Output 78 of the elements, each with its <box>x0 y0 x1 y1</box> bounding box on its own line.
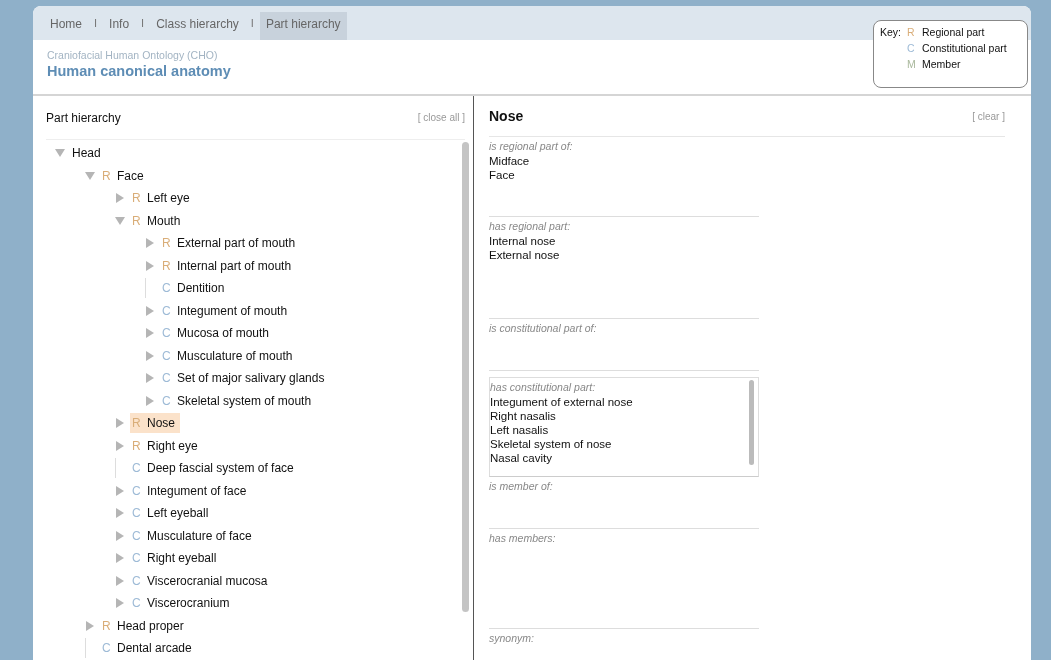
tree-item[interactable]: R Mouth <box>130 210 186 231</box>
tree-item[interactable]: C Dentition <box>160 278 230 299</box>
relation-value[interactable]: Face <box>489 168 759 182</box>
tree-item[interactable]: C Set of major salivary glands <box>160 368 330 389</box>
relation-label: has regional part: <box>489 220 572 232</box>
collapsed-triangle-icon[interactable] <box>115 193 125 204</box>
collapsed-triangle-icon[interactable] <box>145 305 155 316</box>
tree-item[interactable]: C Integument of face <box>130 480 252 501</box>
legend-title: Key: <box>880 26 901 40</box>
relation-value[interactable]: Nasal cavity <box>490 451 758 465</box>
tree-item[interactable]: R Left eye <box>130 188 195 209</box>
collapsed-triangle-icon[interactable] <box>115 530 125 541</box>
tree-item[interactable]: C Viscerocranial mucosa <box>130 570 273 591</box>
tab-separator: I <box>140 16 146 31</box>
nav-tab[interactable]: Part hierarchy <box>259 12 347 40</box>
collapsed-triangle-icon[interactable] <box>115 485 125 496</box>
tree-item[interactable]: C Viscerocranium <box>130 593 235 614</box>
collapsed-triangle-icon[interactable] <box>115 440 125 451</box>
legend-letter: C <box>907 42 915 54</box>
expanded-triangle-icon[interactable] <box>55 148 65 159</box>
nav-tab[interactable]: Home <box>44 12 88 40</box>
relation-value[interactable]: External nose <box>489 248 759 262</box>
collapsed-triangle-icon[interactable] <box>145 260 155 271</box>
nav-tab[interactable]: Info <box>103 12 136 40</box>
tree-item[interactable]: C Dental arcade <box>100 638 197 659</box>
legend-letter: R <box>907 26 915 38</box>
expanded-triangle-icon[interactable] <box>115 215 125 226</box>
collapsed-triangle-icon[interactable] <box>115 575 125 586</box>
relation-label: is constitutional part of: <box>489 322 598 334</box>
tree-item[interactable]: C Left eyeball <box>130 503 214 524</box>
collapsed-triangle-icon[interactable] <box>145 328 155 339</box>
tab-separator: I <box>93 16 99 31</box>
tree-item[interactable]: R Internal part of mouth <box>160 255 297 276</box>
tree-item[interactable]: C Deep fascial system of face <box>130 458 299 479</box>
panel-title: Part hierarchy <box>46 110 121 125</box>
collapsed-triangle-icon[interactable] <box>145 395 155 406</box>
scrollbar[interactable] <box>749 380 754 465</box>
relation-value[interactable]: Skeletal system of nose <box>490 437 758 451</box>
tree-item[interactable]: R Nose <box>130 413 180 434</box>
legend-letter: M <box>907 58 915 70</box>
collapsed-triangle-icon[interactable] <box>145 350 155 361</box>
tree-item[interactable]: C Integument of mouth <box>160 300 293 321</box>
legend-label: Constitutional part <box>922 42 1007 54</box>
collapsed-triangle-icon[interactable] <box>115 508 125 519</box>
collapsed-triangle-icon[interactable] <box>115 598 125 609</box>
collapsed-triangle-icon[interactable] <box>145 373 155 384</box>
scrollbar[interactable] <box>462 142 469 612</box>
relation-value[interactable]: Integument of external nose <box>490 395 758 409</box>
collapsed-triangle-icon[interactable] <box>145 238 155 249</box>
tree-item[interactable]: Head <box>70 143 106 164</box>
tree-item[interactable]: C Right eyeball <box>130 548 222 569</box>
relation-label: is regional part of: <box>489 140 574 152</box>
tree-item[interactable]: R Right eye <box>130 435 203 456</box>
tree-item[interactable]: R Head proper <box>100 615 189 636</box>
relation-label: has members: <box>489 532 557 544</box>
legend-label: Regional part <box>922 26 985 38</box>
legend-label: Member <box>922 58 961 70</box>
collapsed-triangle-icon[interactable] <box>115 553 125 564</box>
relation-value[interactable]: Left nasalis <box>490 423 758 437</box>
nav-tab[interactable]: Class hierarchy <box>150 12 245 40</box>
tree-item[interactable]: R Face <box>100 165 149 186</box>
tree-item[interactable]: C Mucosa of mouth <box>160 323 275 344</box>
collapsed-triangle-icon[interactable] <box>85 620 95 631</box>
relation-value[interactable]: Internal nose <box>489 234 759 248</box>
expanded-triangle-icon[interactable] <box>85 170 95 181</box>
relation-label: has constitutional part: <box>490 381 597 393</box>
tree-item[interactable]: C Skeletal system of mouth <box>160 390 317 411</box>
relation-value[interactable]: Midface <box>489 154 759 168</box>
tree-item[interactable]: C Musculature of face <box>130 525 257 546</box>
page-title: Human canonical anatomy <box>47 63 231 79</box>
collapsed-triangle-icon[interactable] <box>115 418 125 429</box>
tree-item[interactable]: R External part of mouth <box>160 233 301 254</box>
tab-separator: I <box>249 16 255 31</box>
relation-label: synonym: <box>489 632 535 644</box>
relation-value[interactable]: Right nasalis <box>490 409 758 423</box>
relation-label: is member of: <box>489 480 554 492</box>
tree-item[interactable]: C Musculature of mouth <box>160 345 298 366</box>
detail-title: Nose <box>489 108 524 124</box>
